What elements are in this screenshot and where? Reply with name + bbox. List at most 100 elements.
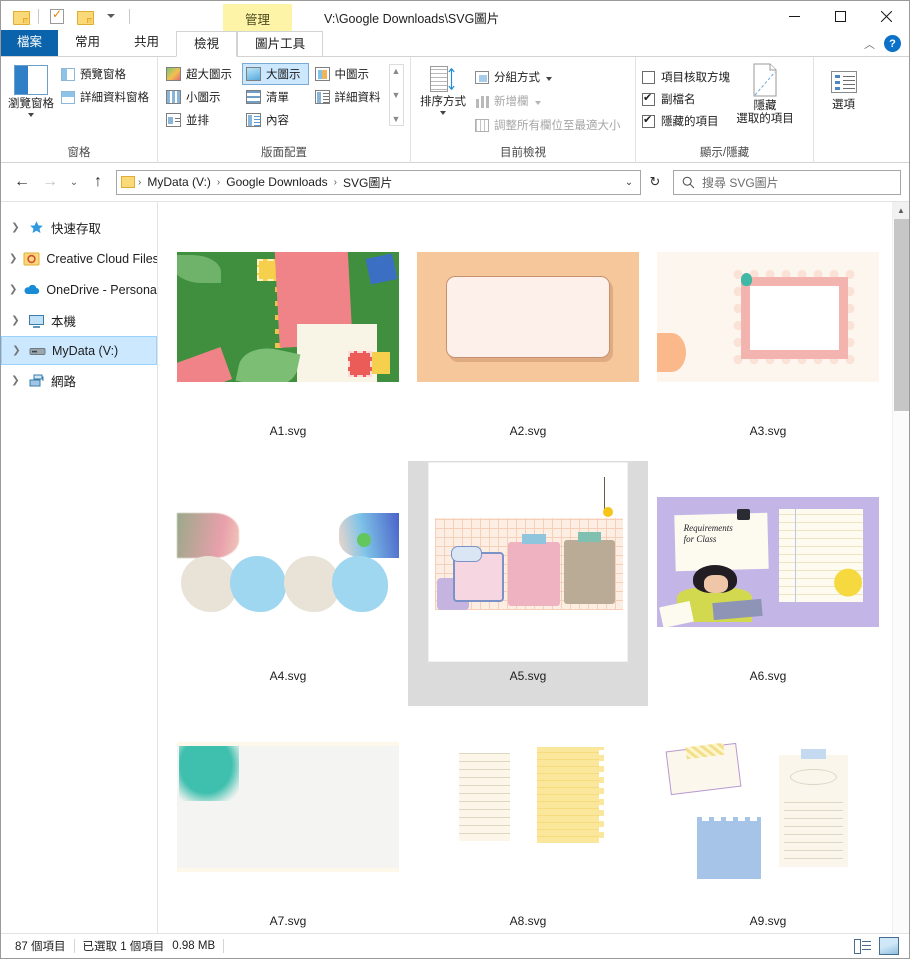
checkbox-checked-icon[interactable]: [642, 113, 655, 128]
scroll-up-icon[interactable]: ▲: [893, 202, 909, 219]
navigation-pane: ❯ 快速存取 ❯ Creative Cloud Files ❯ OneDrive…: [1, 202, 158, 933]
tab-home[interactable]: 常用: [58, 30, 117, 56]
details-pane-button[interactable]: 詳細資料窗格: [57, 87, 153, 107]
help-button[interactable]: ?: [884, 35, 901, 52]
status-bar: 87 個項目 已選取 1 個項目 0.98 MB: [1, 933, 909, 958]
size-columns-to-fit-button[interactable]: 調整所有欄位至最適大小: [471, 115, 625, 135]
file-item-a5[interactable]: A5.svg: [408, 461, 648, 706]
layout-gallery-scrollbar[interactable]: ▲ ▼ ▼: [388, 64, 404, 126]
chevron-right-icon[interactable]: ❯: [9, 375, 22, 386]
breadcrumb-item-mydata[interactable]: MyData (V:): [143, 173, 215, 191]
scroll-up-icon[interactable]: ▲: [392, 66, 401, 76]
maximize-button[interactable]: [817, 1, 863, 32]
chevron-right-icon[interactable]: ❯: [9, 222, 22, 233]
view-list[interactable]: 清單: [242, 86, 309, 108]
scroll-down-icon[interactable]: ▼: [392, 90, 401, 100]
ribbon-tab-strip: 檔案 常用 共用 檢視 圖片工具 ︿ ?: [1, 30, 909, 57]
tab-view[interactable]: 檢視: [176, 31, 238, 57]
view-medium-icons[interactable]: 中圖示: [311, 63, 389, 85]
contextual-tab-management[interactable]: 管理: [223, 4, 293, 32]
chevron-right-icon[interactable]: ❯: [9, 284, 17, 295]
address-bar: ← → ⌄ ↑ › MyData (V:) › Google Downloads…: [1, 163, 909, 201]
file-name-extensions-option[interactable]: 副檔名: [640, 89, 732, 109]
layout-view-list: 超大圖示 大圖示 中圖示 小圖示 清單 詳細資料 並排 內容: [162, 61, 389, 131]
close-button[interactable]: [863, 1, 909, 32]
sidebar-item-quick-access[interactable]: ❯ 快速存取: [1, 212, 157, 243]
tab-share[interactable]: 共用: [117, 30, 176, 56]
sidebar-item-this-pc[interactable]: ❯ 本機: [1, 305, 157, 336]
breadcrumb-separator-icon[interactable]: ›: [216, 177, 221, 188]
search-box[interactable]: 搜尋 SVG圖片: [673, 169, 901, 195]
checkbox-checked-icon[interactable]: [642, 91, 655, 106]
details-view-button[interactable]: [853, 937, 873, 955]
item-check-boxes-option[interactable]: 項目核取方塊: [640, 67, 732, 87]
file-item-a9[interactable]: A9.svg: [648, 706, 888, 933]
file-item-a1[interactable]: A1.svg: [168, 216, 408, 461]
hidden-items-option[interactable]: 隱藏的項目: [640, 111, 732, 131]
sidebar-item-network[interactable]: ❯ 網路: [1, 365, 157, 396]
thumbnail-image: Requirements for Class: [657, 497, 879, 628]
refresh-button[interactable]: ↻: [643, 170, 667, 195]
add-column-button[interactable]: 新增欄: [471, 91, 625, 111]
view-extra-large-icons[interactable]: 超大圖示: [162, 63, 240, 85]
breadcrumb-item-svg[interactable]: SVG圖片: [339, 172, 396, 193]
chevron-right-icon[interactable]: ❯: [10, 345, 23, 356]
navigation-pane-button[interactable]: 瀏覽窗格: [5, 61, 57, 117]
preview-pane-button[interactable]: 預覽窗格: [57, 64, 153, 84]
vertical-scrollbar[interactable]: ▲: [892, 202, 909, 933]
properties-button[interactable]: [46, 5, 68, 27]
thumbnail-image: [657, 707, 879, 907]
tab-file[interactable]: 檔案: [1, 30, 59, 56]
new-folder-button[interactable]: [9, 5, 31, 27]
checkbox-unchecked-icon[interactable]: [642, 70, 655, 84]
network-icon: [28, 373, 45, 389]
sort-by-button[interactable]: 排序方式: [415, 61, 471, 115]
file-name: A8.svg: [509, 914, 547, 928]
scrollbar-thumb[interactable]: [894, 219, 909, 411]
thumbnail-view-button[interactable]: [879, 937, 899, 955]
options-button[interactable]: 選項: [818, 61, 869, 112]
chevron-right-icon[interactable]: ❯: [9, 315, 22, 326]
address-dropdown-button[interactable]: ⌄: [620, 171, 638, 194]
view-label: 中圖示: [334, 69, 370, 81]
view-large-icons[interactable]: 大圖示: [242, 63, 309, 85]
breadcrumb-item-google-downloads[interactable]: Google Downloads: [222, 173, 331, 191]
sidebar-label: MyData (V:): [52, 343, 119, 358]
breadcrumb-separator-icon[interactable]: ›: [333, 177, 338, 188]
thumbnail-container: [415, 462, 641, 662]
search-icon: [682, 176, 695, 188]
file-item-a6[interactable]: Requirements for Class A6.svg: [648, 461, 888, 706]
chevron-down-icon: [546, 76, 552, 81]
up-button[interactable]: ↑: [85, 169, 111, 195]
view-details[interactable]: 詳細資料: [311, 86, 389, 108]
ribbon-right-controls: ︿ ?: [864, 35, 901, 52]
chevron-right-icon[interactable]: ❯: [9, 253, 17, 264]
collapse-ribbon-button[interactable]: ︿: [864, 36, 875, 52]
tab-picture-tools[interactable]: 圖片工具: [237, 31, 324, 57]
recent-locations-button[interactable]: ⌄: [65, 169, 83, 195]
back-button[interactable]: ←: [9, 169, 35, 195]
file-item-a7[interactable]: A7.svg: [168, 706, 408, 933]
file-item-a4[interactable]: A4.svg: [168, 461, 408, 706]
address-input[interactable]: › MyData (V:) › Google Downloads › SVG圖片…: [116, 169, 641, 195]
group-by-button[interactable]: 分組方式: [471, 67, 625, 87]
view-content[interactable]: 內容: [242, 109, 309, 131]
view-small-icons[interactable]: 小圖示: [162, 86, 240, 108]
file-list-view[interactable]: A1.svg A2.svg A3.svg A4.svg A5.svg Requi…: [158, 202, 909, 933]
sidebar-item-onedrive[interactable]: ❯ OneDrive - Personal: [1, 274, 157, 305]
customize-qat-button[interactable]: [100, 5, 122, 27]
folder-options-button[interactable]: [73, 5, 95, 27]
file-item-a2[interactable]: A2.svg: [408, 216, 648, 461]
sidebar-item-creative-cloud-files[interactable]: ❯ Creative Cloud Files: [1, 243, 157, 274]
sidebar-item-mydata[interactable]: ❯ MyData (V:): [1, 336, 157, 365]
file-item-a3[interactable]: A3.svg: [648, 216, 888, 461]
file-item-a8[interactable]: A8.svg: [408, 706, 648, 933]
breadcrumb-separator-icon: ›: [138, 176, 142, 188]
forward-button[interactable]: →: [37, 169, 63, 195]
qat-divider: [38, 8, 39, 24]
minimize-button[interactable]: [771, 1, 817, 32]
view-tiles[interactable]: 並排: [162, 109, 240, 131]
search-input[interactable]: 搜尋 SVG圖片: [702, 174, 779, 191]
hide-selected-items-button[interactable]: 隱藏 選取的項目: [732, 61, 798, 126]
gallery-more-icon[interactable]: ▼: [392, 114, 401, 124]
